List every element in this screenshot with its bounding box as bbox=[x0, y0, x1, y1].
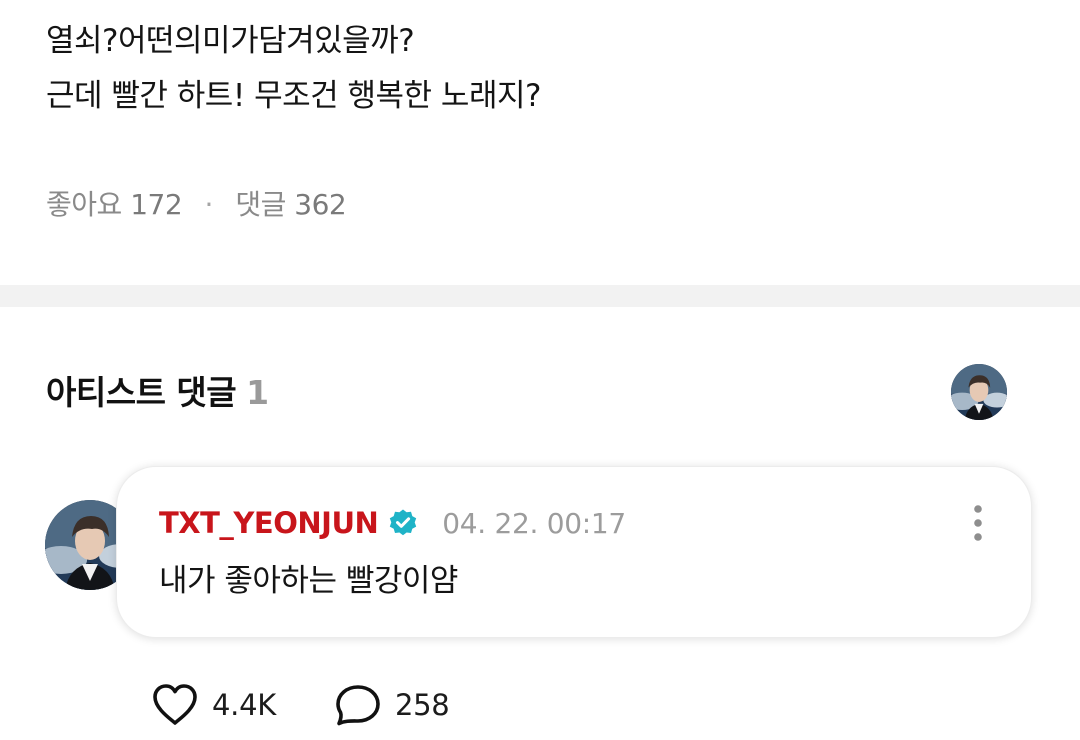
stats-separator: · bbox=[204, 188, 214, 221]
verified-badge-icon bbox=[388, 508, 418, 538]
comments-label[interactable]: 댓글 bbox=[235, 188, 286, 221]
heart-outline-icon bbox=[150, 682, 200, 728]
likes-count[interactable]: 172 bbox=[130, 188, 182, 221]
likes-label[interactable]: 좋아요 bbox=[46, 188, 122, 221]
post-stats: 좋아요 172 · 댓글 362 bbox=[46, 186, 347, 224]
like-button[interactable]: 4.4K bbox=[150, 682, 276, 728]
artist-avatar-image bbox=[951, 364, 1007, 420]
artist-comments-title: 아티스트 댓글 1 bbox=[46, 370, 269, 416]
reply-button[interactable]: 258 bbox=[333, 682, 450, 728]
post-text-line-2: 근데 빨간 하트! 무조건 행복한 노래지? bbox=[46, 78, 541, 114]
more-vertical-icon[interactable] bbox=[968, 504, 988, 542]
comment-text: 내가 좋아하는 빨강이얌 bbox=[159, 563, 458, 599]
post-text-line-1: 열쇠?어떤의미가담겨있을까? bbox=[46, 23, 415, 59]
artist-comment-card[interactable]: TXT_YEONJUN 04. 22. 00:17 내가 좋아하는 빨강이얌 bbox=[116, 466, 1032, 638]
post-body: 열쇠?어떤의미가담겨있을까? 근데 빨간 하트! 무조건 행복한 노래지? bbox=[46, 14, 1036, 124]
section-divider bbox=[0, 285, 1080, 307]
comments-count[interactable]: 362 bbox=[294, 188, 346, 221]
speech-bubble-icon bbox=[333, 682, 383, 728]
comment-header: TXT_YEONJUN 04. 22. 00:17 bbox=[159, 503, 626, 543]
comment-timestamp: 04. 22. 00:17 bbox=[442, 506, 626, 540]
artist-comments-count: 1 bbox=[246, 373, 269, 412]
reply-count: 258 bbox=[395, 688, 450, 722]
comment-author-name[interactable]: TXT_YEONJUN bbox=[159, 506, 379, 540]
like-count: 4.4K bbox=[212, 688, 276, 722]
artist-comments-label: 아티스트 댓글 bbox=[46, 373, 237, 412]
artist-avatar[interactable] bbox=[951, 364, 1007, 420]
